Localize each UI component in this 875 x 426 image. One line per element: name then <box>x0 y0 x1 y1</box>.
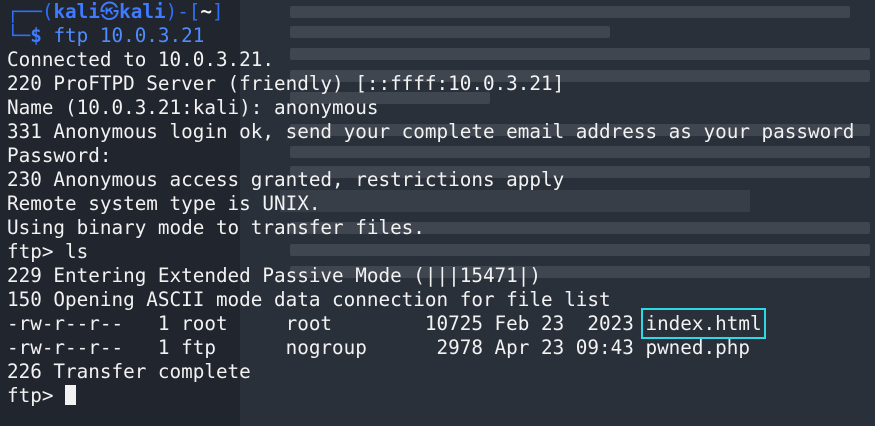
prompt-user: kali <box>53 0 100 23</box>
prompt-line-2: └─$ ftp 10.0.3.21 <box>7 24 875 48</box>
prompt-host: kali <box>119 0 166 23</box>
output-line: Password: <box>7 144 112 167</box>
final-prompt-line[interactable]: ftp> <box>7 384 875 408</box>
output-line: Using binary mode to transfer files. <box>7 216 425 239</box>
listing-filename[interactable]: pwned.php <box>645 336 749 359</box>
prompt-line-1: ┌──(kali㉿kali)-[~] <box>7 0 875 24</box>
listing-meta: -rw-r--r-- 1 root root 10725 Feb 23 2023 <box>7 312 646 335</box>
listing-row: -rw-r--r-- 1 ftp nogroup 2978 Apr 23 09:… <box>7 336 875 360</box>
output-line: Connected to 10.0.3.21. <box>7 48 274 71</box>
output-line: Remote system type is UNIX. <box>7 192 321 215</box>
output-line: 230 Anonymous access granted, restrictio… <box>7 168 565 191</box>
output-line: 220 ProFTPD Server (friendly) [::ffff:10… <box>7 72 565 95</box>
terminal-window[interactable]: ┌──(kali㉿kali)-[~] └─$ ftp 10.0.3.21 Con… <box>7 0 875 426</box>
prompt-dollar: $ <box>30 24 42 47</box>
output-line: 226 Transfer complete <box>7 360 251 383</box>
prompt-frame-bottom: └─ <box>7 24 31 47</box>
output-line: 229 Entering Extended Passive Mode (|||1… <box>7 264 541 287</box>
prompt-frame-top: ┌──( <box>7 0 54 23</box>
command-text: ftp 10.0.3.21 <box>53 24 205 47</box>
prompt-dir-close: ] <box>212 0 224 23</box>
prompt-dir: ~ <box>200 0 213 23</box>
output-line: Name (10.0.3.21:kali): anonymous <box>7 96 379 119</box>
output-line: 331 Anonymous login ok, send your comple… <box>7 120 855 143</box>
ftp-prompt: ftp> <box>7 384 66 407</box>
listing-row: -rw-r--r-- 1 root root 10725 Feb 23 2023… <box>7 308 875 339</box>
prompt-dir-open: )-[ <box>165 0 201 23</box>
cursor-block <box>65 385 77 405</box>
output-line: ftp> ls <box>7 240 89 263</box>
listing-filename-highlighted[interactable]: index.html <box>641 308 766 339</box>
prompt-at-icon: ㉿ <box>99 0 120 23</box>
screen: ┌──(kali㉿kali)-[~] └─$ ftp 10.0.3.21 Con… <box>0 0 875 426</box>
output-line: 150 Opening ASCII mode data connection f… <box>7 288 611 311</box>
listing-meta: -rw-r--r-- 1 ftp nogroup 2978 Apr 23 09:… <box>7 336 646 359</box>
